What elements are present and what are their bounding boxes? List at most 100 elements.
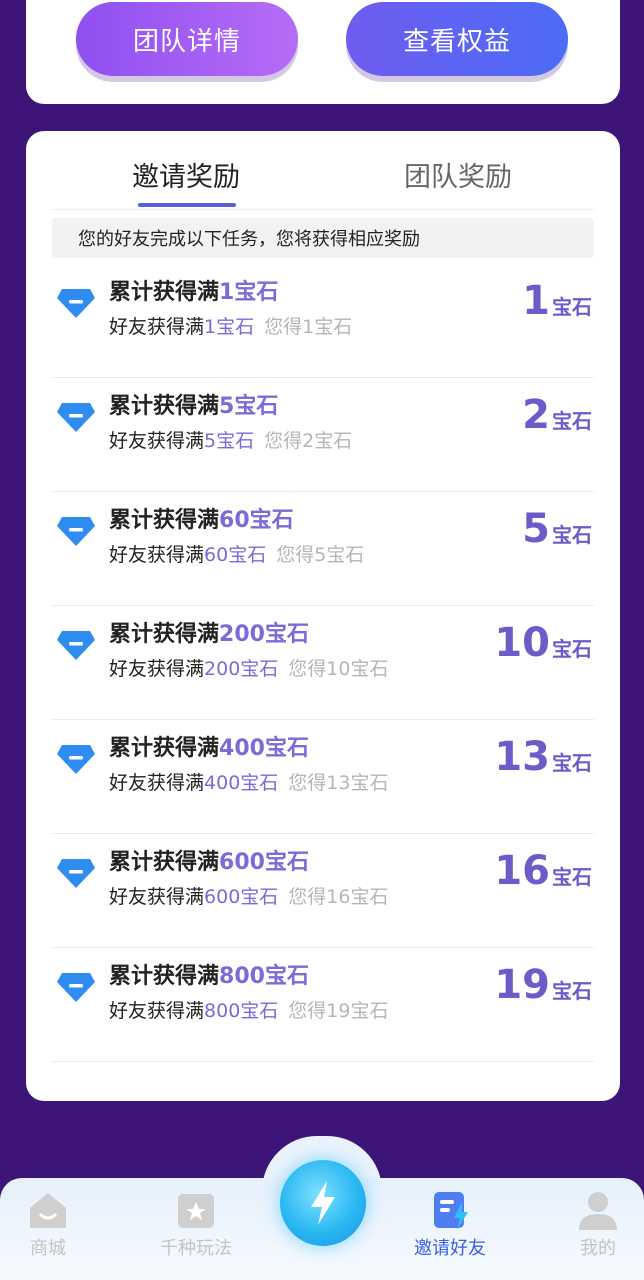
reward-amount-unit: 宝石 (552, 979, 592, 1003)
reward-row-subtitle: 好友获得满600宝石 您得16宝石 (109, 882, 388, 909)
reward-amount-unit: 宝石 (552, 637, 592, 661)
lightning-icon (311, 1181, 335, 1225)
reward-amount: 10 宝石 (494, 620, 592, 666)
reward-sub-prefix: 好友获得满 (109, 430, 205, 452)
gem-icon (57, 517, 95, 546)
reward-title-prefix: 累计获得满 (109, 964, 220, 989)
reward-amount-unit: 宝石 (552, 409, 592, 433)
reward-amount-value: 1 (522, 278, 550, 324)
nav-item-me[interactable]: 我的 (548, 1188, 644, 1260)
nav-item-invite[interactable]: 邀请好友 (400, 1188, 500, 1260)
tab-team-reward[interactable]: 团队奖励 (358, 155, 558, 194)
reward-row: 累计获得满200宝石 好友获得满200宝石 您得10宝石 10 宝石 (52, 606, 594, 720)
nav-label-play: 千种玩法 (160, 1238, 232, 1259)
gem-icon (57, 631, 95, 660)
tabs-divider (52, 209, 594, 210)
reward-sub-target: 60宝石 (204, 544, 267, 566)
gem-icon (57, 745, 95, 774)
reward-row-title: 累计获得满600宝石 (109, 844, 309, 876)
reward-amount-value: 13 (494, 734, 550, 780)
reward-title-target: 1宝石 (219, 280, 279, 305)
game-box-icon (178, 1194, 214, 1228)
gem-icon (57, 289, 95, 318)
reward-amount: 16 宝石 (494, 848, 592, 894)
reward-you-get: 您得13宝石 (288, 772, 389, 794)
reward-card: 邀请奖励 团队奖励 您的好友完成以下任务，您将获得相应奖励 累计获得满1宝石 好友… (26, 131, 620, 1101)
reward-title-target: 5宝石 (219, 394, 279, 419)
reward-sub-prefix: 好友获得满 (109, 658, 205, 680)
reward-row-subtitle: 好友获得满60宝石 您得5宝石 (109, 540, 364, 567)
active-tab-indicator (138, 203, 236, 207)
reward-title-prefix: 累计获得满 (109, 622, 220, 647)
reward-row-title: 累计获得满800宝石 (109, 958, 309, 990)
reward-amount-value: 19 (494, 962, 550, 1008)
reward-title-prefix: 累计获得满 (109, 850, 220, 875)
nav-label-me: 我的 (580, 1238, 616, 1259)
reward-row: 累计获得满600宝石 好友获得满600宝石 您得16宝石 16 宝石 (52, 834, 594, 948)
reward-you-get: 您得2宝石 (264, 430, 353, 452)
reward-row-title: 累计获得满200宝石 (109, 616, 309, 648)
reward-sub-target: 400宝石 (204, 772, 279, 794)
reward-row-subtitle: 好友获得满400宝石 您得13宝石 (109, 768, 388, 795)
nav-label-invite: 邀请好友 (414, 1238, 486, 1259)
reward-you-get: 您得16宝石 (288, 886, 389, 908)
reward-amount-unit: 宝石 (552, 751, 592, 775)
reward-sub-prefix: 好友获得满 (109, 544, 205, 566)
reward-title-prefix: 累计获得满 (109, 736, 220, 761)
reward-you-get: 您得1宝石 (264, 316, 353, 338)
reward-sub-prefix: 好友获得满 (109, 1000, 205, 1022)
gem-icon (57, 973, 95, 1002)
reward-row-title: 累计获得满400宝石 (109, 730, 309, 762)
reward-title-target: 800宝石 (219, 964, 309, 989)
reward-row: 累计获得满60宝石 好友获得满60宝石 您得5宝石 5 宝石 (52, 492, 594, 606)
reward-amount-unit: 宝石 (552, 523, 592, 547)
reward-sub-prefix: 好友获得满 (109, 886, 205, 908)
top-action-card: 团队详情 查看权益 (26, 0, 620, 104)
reward-sub-target: 800宝石 (204, 1000, 279, 1022)
reward-sub-prefix: 好友获得满 (109, 316, 205, 338)
reward-title-prefix: 累计获得满 (109, 508, 220, 533)
reward-amount: 1 宝石 (522, 278, 592, 324)
center-action-button[interactable] (280, 1160, 366, 1246)
reward-title-prefix: 累计获得满 (109, 394, 220, 419)
reward-amount: 13 宝石 (494, 734, 592, 780)
view-rights-button[interactable]: 查看权益 (346, 2, 568, 76)
reward-amount-value: 10 (494, 620, 550, 666)
gem-icon (57, 403, 95, 432)
reward-title-target: 200宝石 (219, 622, 309, 647)
reward-title-target: 60宝石 (219, 508, 294, 533)
reward-title-target: 400宝石 (219, 736, 309, 761)
reward-amount: 5 宝石 (522, 506, 592, 552)
reward-sub-target: 5宝石 (204, 430, 255, 452)
team-details-button[interactable]: 团队详情 (76, 2, 298, 76)
reward-amount-unit: 宝石 (552, 295, 592, 319)
page: 团队详情 查看权益 邀请奖励 团队奖励 您的好友完成以下任务，您将获得相应奖励 … (0, 0, 644, 1280)
reward-row: 累计获得满1宝石 好友获得满1宝石 您得1宝石 1 宝石 (52, 264, 594, 378)
reward-row-title: 累计获得满1宝石 (109, 274, 278, 306)
reward-row-subtitle: 好友获得满5宝石 您得2宝石 (109, 426, 352, 453)
tab-invite-reward[interactable]: 邀请奖励 (86, 155, 286, 194)
reward-amount: 2 宝石 (522, 392, 592, 438)
reward-row: 累计获得满400宝石 好友获得满400宝石 您得13宝石 13 宝石 (52, 720, 594, 834)
invite-friend-icon (434, 1192, 468, 1230)
reward-amount-unit: 宝石 (552, 865, 592, 889)
reward-row-subtitle: 好友获得满800宝石 您得19宝石 (109, 996, 388, 1023)
shop-icon (30, 1193, 66, 1228)
reward-row-subtitle: 好友获得满200宝石 您得10宝石 (109, 654, 388, 681)
reward-title-target: 600宝石 (219, 850, 309, 875)
reward-you-get: 您得5宝石 (276, 544, 365, 566)
gem-icon (57, 859, 95, 888)
nav-item-shop[interactable]: 商城 (0, 1188, 98, 1260)
reward-title-prefix: 累计获得满 (109, 280, 220, 305)
reward-row: 累计获得满5宝石 好友获得满5宝石 您得2宝石 2 宝石 (52, 378, 594, 492)
reward-sub-target: 200宝石 (204, 658, 279, 680)
reward-row: 累计获得满800宝石 好友获得满800宝石 您得19宝石 19 宝石 (52, 948, 594, 1062)
reward-you-get: 您得19宝石 (288, 1000, 389, 1022)
reward-notice: 您的好友完成以下任务，您将获得相应奖励 (52, 218, 594, 258)
reward-list: 累计获得满1宝石 好友获得满1宝石 您得1宝石 1 宝石 累计获得满5宝石 好友获得满5宝石… (52, 264, 594, 1062)
reward-amount-value: 16 (494, 848, 550, 894)
reward-amount-value: 5 (522, 506, 550, 552)
reward-row-title: 累计获得满5宝石 (109, 388, 278, 420)
nav-item-play[interactable]: 千种玩法 (146, 1188, 246, 1260)
reward-you-get: 您得10宝石 (288, 658, 389, 680)
